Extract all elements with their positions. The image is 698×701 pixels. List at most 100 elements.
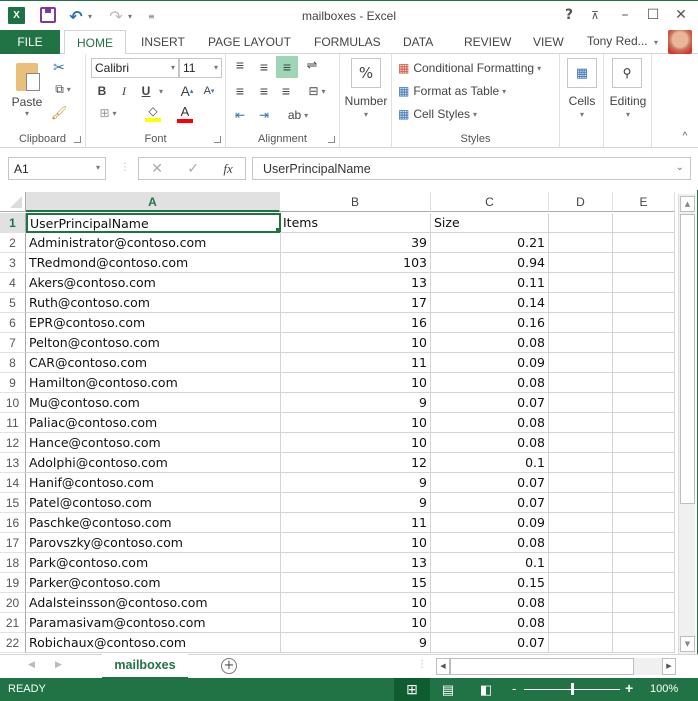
cell[interactable]: 0.94 <box>431 253 549 273</box>
cell[interactable] <box>613 513 675 533</box>
cell[interactable]: 0.07 <box>431 393 549 413</box>
increase-font-size-icon[interactable]: A ▴ <box>178 82 196 100</box>
cell[interactable]: 0.21 <box>431 233 549 253</box>
cell[interactable]: 9 <box>280 393 431 413</box>
cell[interactable]: 0.08 <box>431 433 549 453</box>
new-sheet-button[interactable]: + <box>221 658 237 674</box>
cell[interactable]: 13 <box>280 273 431 293</box>
column-header-e[interactable]: E <box>613 192 675 212</box>
cell[interactable]: 15 <box>280 573 431 593</box>
align-center-icon[interactable]: ≡ <box>254 82 274 100</box>
cell-b1[interactable]: Items <box>280 213 431 233</box>
cell[interactable]: 0.14 <box>431 293 549 313</box>
row-header[interactable]: 19 <box>0 573 26 593</box>
cell[interactable]: CAR@contoso.com <box>26 353 281 373</box>
clipboard-launcher-icon[interactable] <box>74 136 81 143</box>
cell[interactable]: 0.08 <box>431 533 549 553</box>
fill-color-button[interactable]: ◇ <box>138 102 168 124</box>
cell[interactable]: 0.11 <box>431 273 549 293</box>
conditional-formatting-button[interactable]: ▦ Conditional Formatting ▾ <box>398 58 541 78</box>
cell[interactable] <box>549 553 613 573</box>
copy-icon[interactable]: ⧉ ▾ <box>50 80 76 98</box>
cell[interactable] <box>549 633 613 653</box>
zoom-out-button[interactable]: - <box>512 681 516 696</box>
cell[interactable] <box>613 493 675 513</box>
cell[interactable]: 9 <box>280 473 431 493</box>
scroll-right-icon[interactable]: ▶ <box>662 658 676 675</box>
format-as-table-button[interactable]: ▦ Format as Table ▾ <box>398 81 506 101</box>
cell[interactable]: 10 <box>280 533 431 553</box>
zoom-level[interactable]: 100% <box>650 683 678 695</box>
cell[interactable]: Parovszky@contoso.com <box>26 533 281 553</box>
cell[interactable] <box>613 473 675 493</box>
decrease-indent-icon[interactable]: ⇤ <box>230 106 250 124</box>
cell[interactable]: 10 <box>280 333 431 353</box>
cell[interactable] <box>613 433 675 453</box>
align-left-icon[interactable]: ≡ <box>230 82 250 100</box>
horizontal-scroll-thumb[interactable] <box>450 658 634 675</box>
row-header[interactable]: 11 <box>0 413 26 433</box>
avatar[interactable] <box>668 30 692 54</box>
enter-icon[interactable]: ✓ <box>187 161 199 177</box>
tab-view[interactable]: VIEW <box>533 30 564 54</box>
insert-function-button[interactable]: fx <box>223 161 232 177</box>
cell[interactable] <box>549 453 613 473</box>
cell[interactable]: Paliac@contoso.com <box>26 413 281 433</box>
cell[interactable]: 0.1 <box>431 553 549 573</box>
font-launcher-icon[interactable] <box>214 136 221 143</box>
maximize-button[interactable]: ☐ <box>642 5 664 25</box>
cell-d1[interactable] <box>549 213 613 233</box>
cell[interactable]: 0.1 <box>431 453 549 473</box>
vertical-scrollbar[interactable]: ▲ ▼ <box>678 194 695 654</box>
wrap-text-icon[interactable]: ⇌ <box>302 56 322 74</box>
cell[interactable] <box>613 313 675 333</box>
cell[interactable]: 10 <box>280 593 431 613</box>
cell[interactable]: Paschke@contoso.com <box>26 513 281 533</box>
font-size-combo[interactable]: 11 ▾ <box>179 58 222 78</box>
formula-input[interactable]: UserPrincipalName ⌄ <box>252 157 691 180</box>
expand-formula-bar-icon[interactable]: ⌄ <box>676 162 684 173</box>
cell[interactable] <box>549 313 613 333</box>
increase-indent-icon[interactable]: ⇥ <box>254 106 274 124</box>
row-header[interactable]: 10 <box>0 393 26 413</box>
cell[interactable]: Park@contoso.com <box>26 553 281 573</box>
cell[interactable]: Parker@contoso.com <box>26 573 281 593</box>
user-account[interactable]: Tony Red... ▾ <box>587 34 658 48</box>
sheet-prev-icon[interactable]: ◀ <box>28 660 35 670</box>
cell[interactable] <box>549 353 613 373</box>
cell[interactable]: 103 <box>280 253 431 273</box>
row-header[interactable]: 8 <box>0 353 26 373</box>
tab-formulas[interactable]: FORMULAS <box>314 30 381 54</box>
cells-icon[interactable]: ▦ <box>567 58 597 88</box>
row-header[interactable]: 21 <box>0 613 26 633</box>
cell[interactable] <box>549 293 613 313</box>
tab-insert[interactable]: INSERT <box>141 30 185 54</box>
cell[interactable] <box>613 413 675 433</box>
cell[interactable] <box>549 233 613 253</box>
format-painter-icon[interactable]: 🖌 <box>50 104 68 122</box>
row-header[interactable]: 13 <box>0 453 26 473</box>
cell[interactable] <box>613 393 675 413</box>
row-header[interactable]: 18 <box>0 553 26 573</box>
decrease-font-size-icon[interactable]: A ▾ <box>200 82 218 100</box>
normal-view-button[interactable]: ⊞ <box>394 678 430 701</box>
cell[interactable]: 0.15 <box>431 573 549 593</box>
cell[interactable] <box>549 593 613 613</box>
cell[interactable] <box>549 373 613 393</box>
cell[interactable]: Adalsteinsson@contoso.com <box>26 593 281 613</box>
cell[interactable]: Robichaux@contoso.com <box>26 633 281 653</box>
cell[interactable] <box>549 513 613 533</box>
italic-button[interactable]: I <box>116 82 132 100</box>
cell[interactable]: Akers@contoso.com <box>26 273 281 293</box>
row-header[interactable]: 4 <box>0 273 26 293</box>
cell[interactable]: 12 <box>280 453 431 473</box>
tab-review[interactable]: REVIEW <box>464 30 511 54</box>
help-button[interactable]: ? <box>558 5 580 25</box>
tab-home[interactable]: HOME <box>64 30 126 55</box>
cell-c1[interactable]: Size <box>431 213 549 233</box>
row-header[interactable]: 20 <box>0 593 26 613</box>
cell[interactable] <box>549 273 613 293</box>
cell-a1[interactable]: UserPrincipalName <box>26 213 281 233</box>
column-header-a[interactable]: A <box>26 192 280 212</box>
borders-button[interactable]: ⊞ ▾ <box>94 104 122 122</box>
